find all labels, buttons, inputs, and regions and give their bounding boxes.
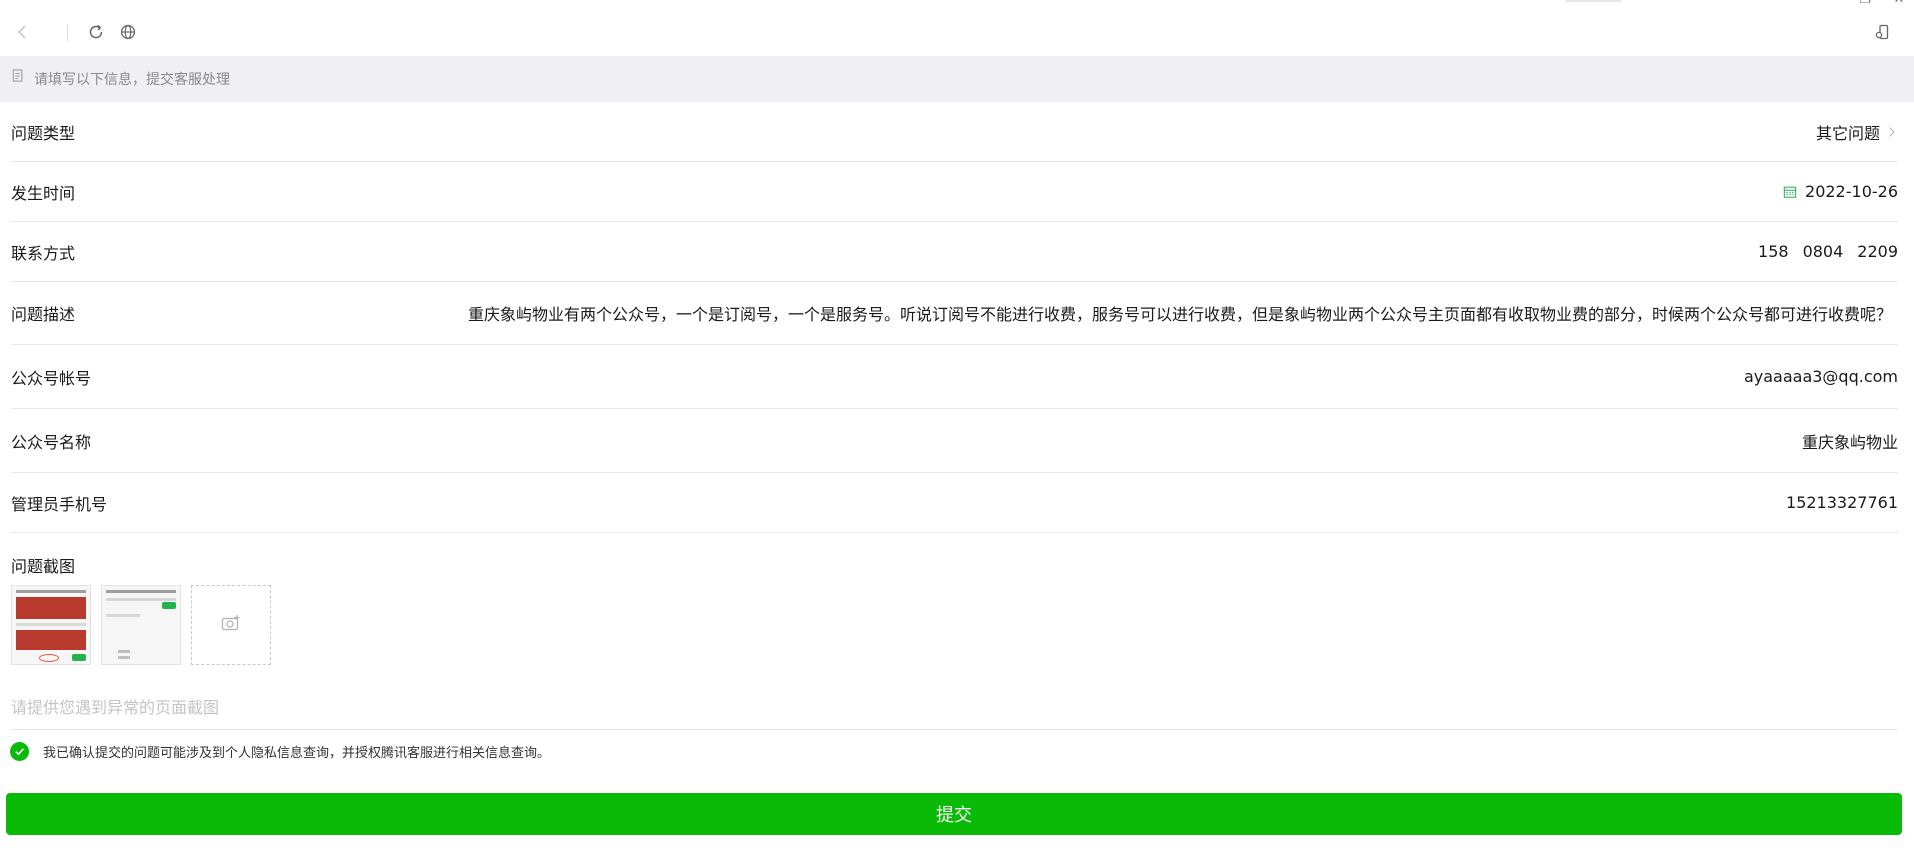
occurred-time-label: 发生时间 xyxy=(11,183,76,203)
admin-phone-label: 管理员手机号 xyxy=(11,494,108,514)
account-field[interactable]: ayaaaaa3@qq.com xyxy=(1744,367,1898,386)
screenshots-hint: 请提供您遇到异常的页面截图 xyxy=(11,698,220,717)
contact-row[interactable]: 联系方式 158 0804 2209 xyxy=(11,222,1898,282)
account-label: 公众号帐号 xyxy=(11,368,92,388)
contact-field[interactable]: 158 0804 2209 xyxy=(1758,242,1898,261)
calendar-icon xyxy=(1783,184,1799,200)
contact-part: 0804 xyxy=(1802,242,1844,261)
screenshots-label: 问题截图 xyxy=(11,557,76,576)
date-picker[interactable]: 2022-10-26 xyxy=(1783,182,1898,201)
toolbar-divider xyxy=(67,25,68,41)
account-row[interactable]: 公众号帐号 ayaaaaa3@qq.com xyxy=(11,345,1898,409)
issue-type-label: 问题类型 xyxy=(11,123,76,143)
document-icon xyxy=(12,68,26,84)
reload-icon[interactable] xyxy=(85,21,107,43)
contact-label: 联系方式 xyxy=(11,243,76,263)
screenshot-thumbnail[interactable] xyxy=(101,585,181,665)
issue-type-select[interactable]: 其它问题 xyxy=(1816,120,1898,144)
account-name-label: 公众号名称 xyxy=(11,432,92,452)
screenshot-thumbnail[interactable] xyxy=(11,585,91,665)
issue-type-value: 其它问题 xyxy=(1815,123,1880,143)
page-action-icon[interactable] xyxy=(1871,21,1893,43)
contact-part: 2209 xyxy=(1857,242,1898,261)
screenshots-section: 问题截图 请提供您遇到异常的页面截图 xyxy=(11,553,1898,730)
description-row[interactable]: 问题描述 重庆象屿物业有两个公众号，一个是订阅号，一个是服务号。听说订阅号不能进… xyxy=(11,282,1898,345)
notice-bar: 请填写以下信息，提交客服处理 xyxy=(0,56,1914,102)
globe-icon[interactable] xyxy=(117,21,139,43)
notice-text: 请填写以下信息，提交客服处理 xyxy=(34,72,230,88)
chevron-right-icon xyxy=(1888,125,1898,139)
consent-row[interactable]: 我已确认提交的问题可能涉及到个人隐私信息查询，并授权腾讯客服进行相关信息查询。 xyxy=(10,742,550,761)
browser-toolbar: – ❐ ✕ xyxy=(0,0,1914,56)
account-name-field[interactable]: 重庆象屿物业 xyxy=(1802,429,1898,453)
camera-icon xyxy=(221,614,241,636)
close-icon[interactable]: ✕ xyxy=(1891,0,1907,8)
account-name-row[interactable]: 公众号名称 重庆象屿物业 xyxy=(11,409,1898,473)
check-icon[interactable] xyxy=(10,742,29,761)
back-arrow-icon[interactable] xyxy=(12,21,34,43)
admin-phone-row[interactable]: 管理员手机号 15213327761 xyxy=(11,473,1898,533)
date-value: 2022-10-26 xyxy=(1805,182,1898,201)
consent-text: 我已确认提交的问题可能涉及到个人隐私信息查询，并授权腾讯客服进行相关信息查询。 xyxy=(43,746,551,761)
issue-type-row[interactable]: 问题类型 其它问题 xyxy=(11,102,1898,162)
admin-phone-field[interactable]: 15213327761 xyxy=(1786,493,1898,512)
description-field[interactable]: 重庆象屿物业有两个公众号，一个是订阅号，一个是服务号。听说订阅号不能进行收费，服… xyxy=(468,301,1898,325)
toolbar-tab-strip xyxy=(1565,0,1621,2)
screenshot-list xyxy=(11,585,271,665)
feedback-form: 问题类型 其它问题 发生时间 2022-10-26 联系方式 158 0804 … xyxy=(0,102,1914,533)
contact-part: 158 xyxy=(1758,242,1789,261)
restore-icon[interactable]: ❐ xyxy=(1857,0,1873,8)
occurred-time-row[interactable]: 发生时间 2022-10-26 xyxy=(11,162,1898,222)
description-label: 问题描述 xyxy=(11,305,76,324)
minimize-icon[interactable]: – xyxy=(1823,0,1839,8)
submit-button[interactable]: 提交 xyxy=(6,793,1902,835)
add-screenshot-button[interactable] xyxy=(191,585,271,665)
